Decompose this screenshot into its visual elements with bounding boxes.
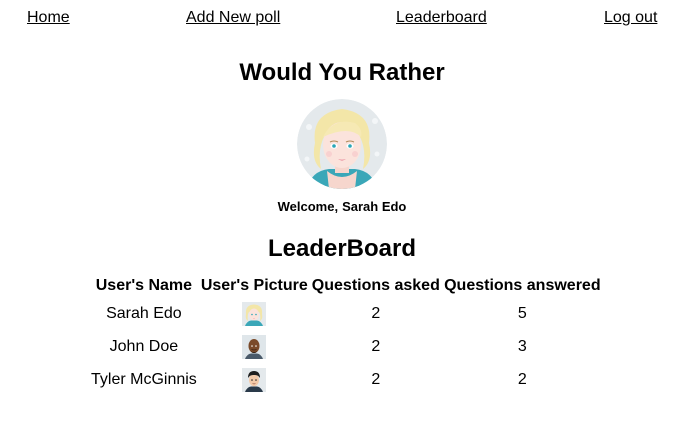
blonde-woman-avatar-icon: [242, 301, 267, 326]
questions-answered-cell: 3: [517, 337, 527, 355]
nav-home-link[interactable]: Home: [27, 9, 70, 27]
table-header-row: User's Name User's Picture Questions ask…: [89, 275, 603, 297]
user-picture-cell: [199, 363, 310, 396]
user-picture-cell: [199, 297, 310, 330]
table-row: Sarah Edo 2 5: [89, 297, 603, 330]
current-user-avatar: [297, 99, 387, 189]
user-name-cell: Tyler McGinnis: [91, 370, 197, 388]
questions-answered-cell: 2: [517, 370, 527, 388]
questions-answered-cell: 5: [517, 304, 527, 322]
nav-logout-link[interactable]: Log out: [604, 9, 657, 27]
welcome-user-name: Sarah Edo: [342, 199, 407, 214]
column-header-picture: User's Picture: [200, 277, 308, 294]
welcome-prefix: Welcome,: [277, 199, 339, 214]
dark-hair-man-avatar-icon: [242, 367, 267, 392]
user-picture-cell: [199, 330, 310, 363]
table-row: Tyler McGinnis 2 2: [89, 363, 603, 396]
questions-asked-cell: 2: [371, 304, 381, 322]
questions-asked-cell: 2: [371, 370, 381, 388]
user-name-cell: Sarah Edo: [106, 304, 182, 322]
welcome-message: Welcome, Sarah Edo: [0, 199, 684, 215]
nav-leaderboard-link[interactable]: Leaderboard: [396, 9, 487, 27]
table-row: John Doe 2 3: [89, 330, 603, 363]
user-name-cell: John Doe: [109, 337, 179, 355]
blonde-woman-avatar-icon: [297, 99, 387, 189]
nav-add-poll-link[interactable]: Add New poll: [186, 9, 280, 27]
column-header-name: User's Name: [95, 277, 193, 294]
leaderboard-table: User's Name User's Picture Questions ask…: [89, 275, 603, 396]
leaderboard-title: LeaderBoard: [267, 235, 417, 262]
column-header-questions-asked: Questions asked: [311, 277, 440, 294]
questions-asked-cell: 2: [371, 337, 381, 355]
bald-man-avatar-icon: [242, 334, 267, 359]
column-header-questions-answered: Questions answered: [444, 277, 601, 294]
app-title: Would You Rather: [239, 59, 445, 86]
